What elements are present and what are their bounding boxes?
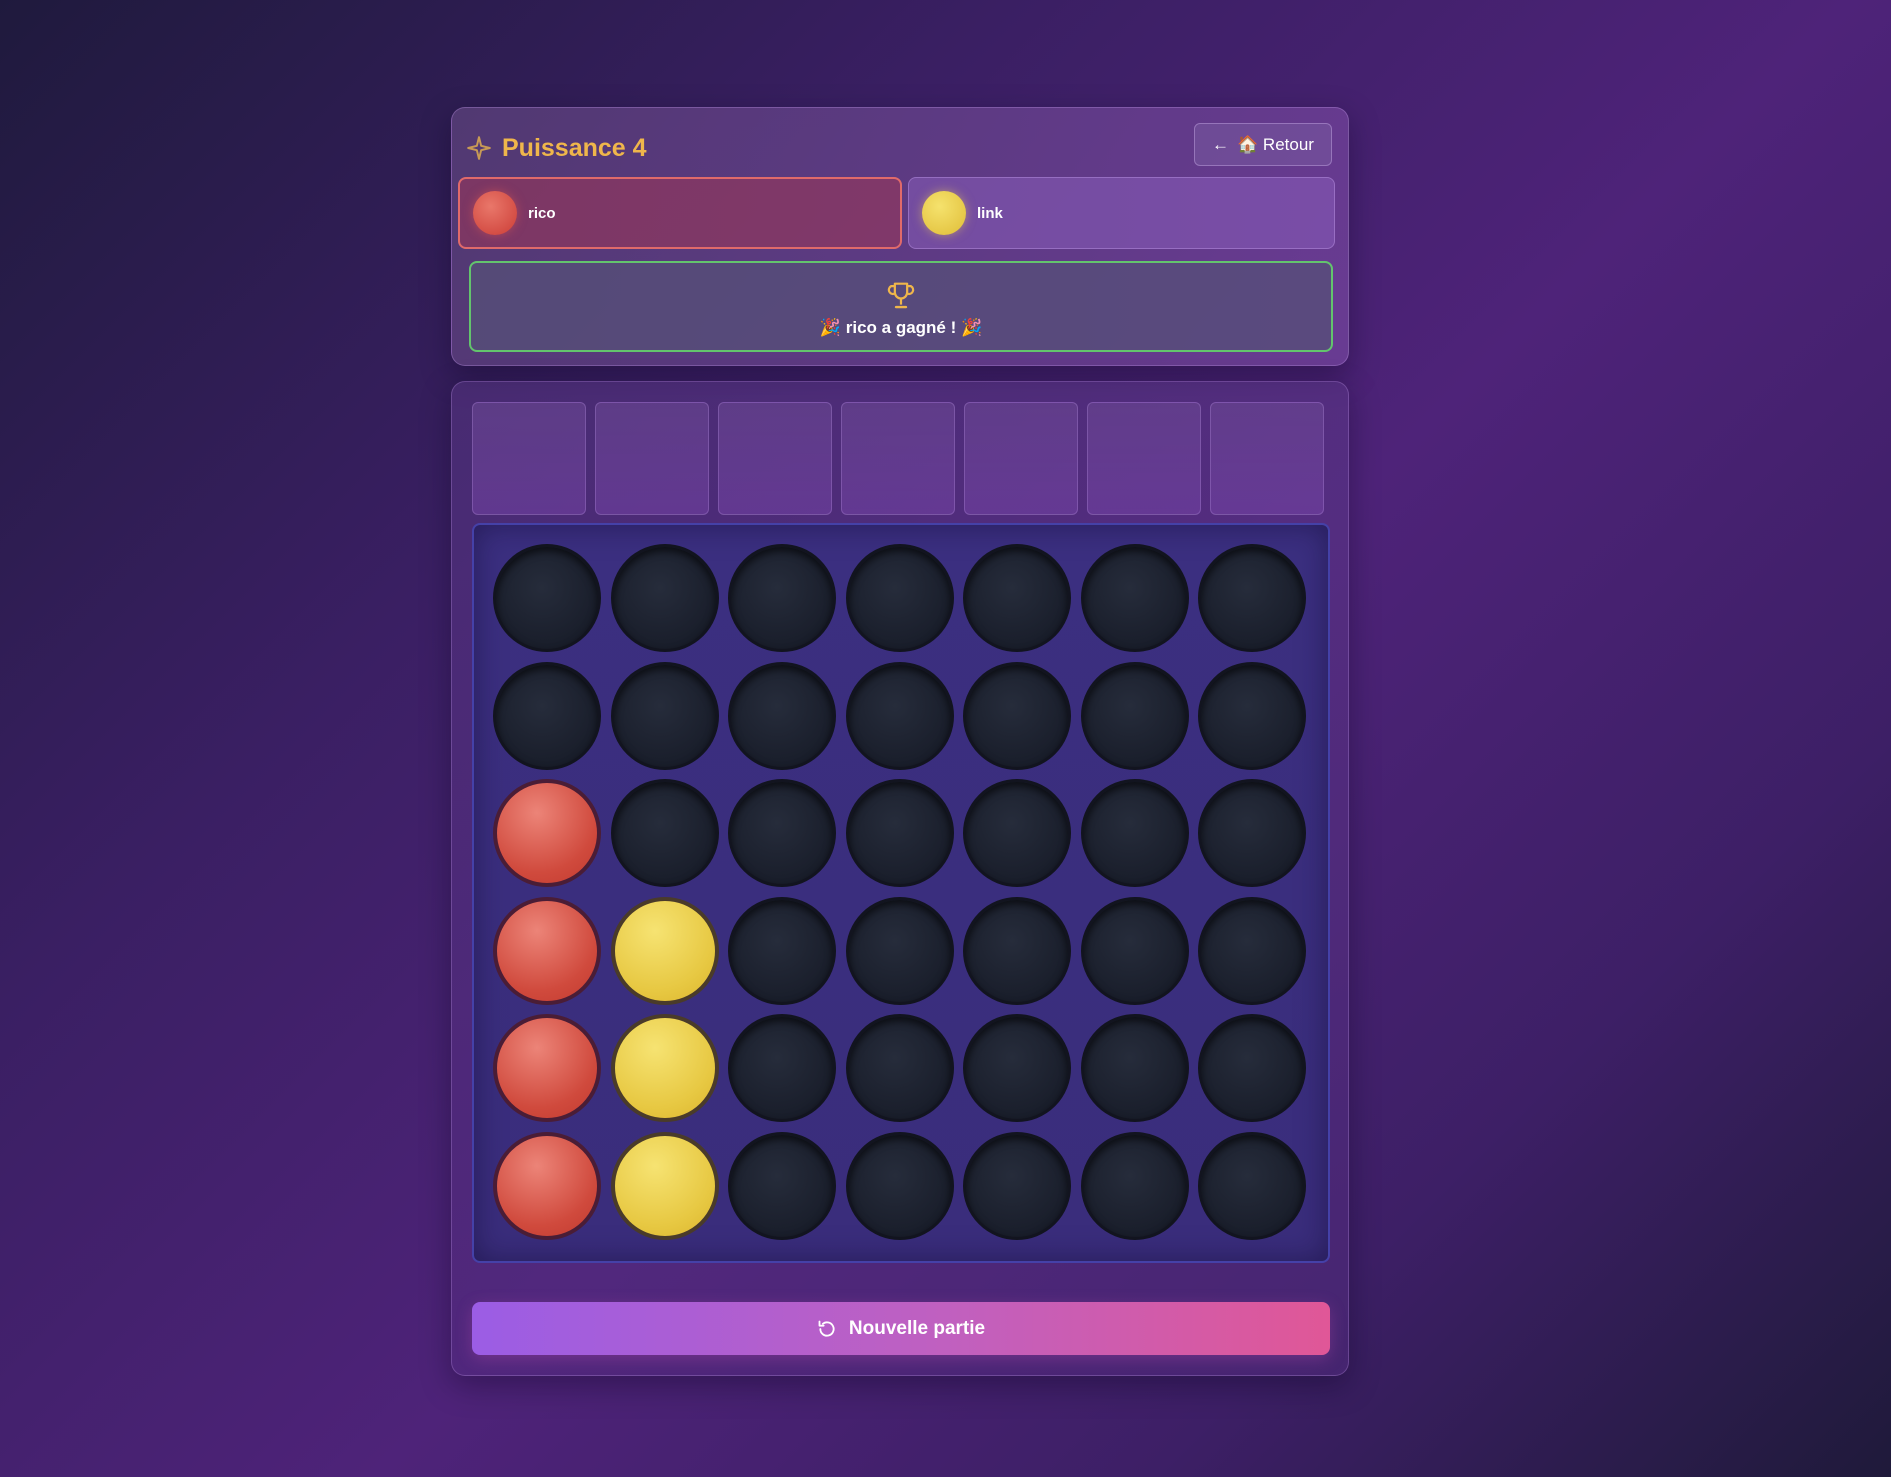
board-cell-empty[interactable]: [493, 544, 601, 652]
board-cell-empty[interactable]: [845, 1131, 954, 1240]
board-cell-empty[interactable]: [1080, 661, 1189, 770]
board-cell-yellow-disc[interactable]: [610, 1131, 719, 1240]
refresh-icon: [818, 1320, 835, 1337]
back-button[interactable]: ← 🏠 Retour: [1194, 123, 1332, 166]
red-disc-icon: [473, 191, 517, 235]
board-cell-yellow-disc[interactable]: [610, 1014, 719, 1122]
board-cell-empty[interactable]: [728, 779, 836, 887]
board-cell-empty[interactable]: [963, 896, 1071, 1005]
board-cell-empty[interactable]: [845, 779, 954, 887]
board-cell-empty[interactable]: [963, 1014, 1071, 1122]
board-cell-empty[interactable]: [1080, 1131, 1189, 1240]
column-drop-zone-6[interactable]: [1087, 402, 1201, 515]
player-card-2: link: [908, 177, 1335, 249]
board-cell-empty[interactable]: [728, 896, 836, 1005]
column-drop-zone-5[interactable]: [964, 402, 1078, 515]
column-drop-zone-1[interactable]: [472, 402, 586, 515]
board-cell-empty[interactable]: [963, 1131, 1071, 1240]
board-cell-empty[interactable]: [845, 896, 954, 1005]
yellow-disc-icon: [922, 191, 966, 235]
board-cell-red-disc[interactable]: [493, 1131, 601, 1240]
board-cell-empty[interactable]: [1080, 544, 1189, 652]
board-cell-empty[interactable]: [1198, 544, 1306, 652]
player-card-1: rico: [458, 177, 902, 249]
game-board-card: Nouvelle partie: [451, 381, 1349, 1376]
page-title: Puissance 4: [502, 133, 647, 162]
winner-banner: 🎉 rico a gagné ! 🎉: [469, 261, 1333, 352]
board-cell-empty[interactable]: [728, 544, 836, 652]
back-button-label: 🏠 Retour: [1237, 134, 1314, 154]
board-cell-yellow-disc[interactable]: [610, 896, 719, 1005]
board-cell-empty[interactable]: [1198, 779, 1306, 887]
board-cell-empty[interactable]: [728, 661, 836, 770]
board-cell-empty[interactable]: [845, 661, 954, 770]
column-drop-zone-7[interactable]: [1210, 402, 1324, 515]
trophy-icon: [887, 282, 915, 308]
winner-message: 🎉 rico a gagné ! 🎉: [819, 317, 983, 337]
board-cell-red-disc[interactable]: [493, 896, 601, 1005]
board-cell-empty[interactable]: [728, 1014, 836, 1122]
board-cell-empty[interactable]: [610, 661, 719, 770]
board-cell-empty[interactable]: [963, 544, 1071, 652]
game-header: Puissance 4 ← 🏠 Retour rico link 🎉 rico …: [451, 107, 1349, 366]
player-name: rico: [528, 204, 556, 222]
board-cell-empty[interactable]: [610, 544, 719, 652]
board-cell-empty[interactable]: [1080, 896, 1189, 1005]
player-name: link: [977, 204, 1003, 222]
column-drop-zone-3[interactable]: [718, 402, 832, 515]
new-game-label: Nouvelle partie: [848, 1317, 986, 1339]
game-grid: [472, 523, 1330, 1263]
board-cell-red-disc[interactable]: [493, 1014, 601, 1122]
board-cell-empty[interactable]: [845, 544, 954, 652]
board-cell-empty[interactable]: [1198, 896, 1306, 1005]
board-cell-empty[interactable]: [1198, 661, 1306, 770]
board-cell-empty[interactable]: [963, 661, 1071, 770]
board-cell-empty[interactable]: [1198, 1131, 1306, 1240]
arrow-left-icon: ←: [1212, 134, 1230, 154]
board-cell-empty[interactable]: [845, 1014, 954, 1122]
new-game-button[interactable]: Nouvelle partie: [472, 1302, 1330, 1355]
board-cell-empty[interactable]: [1080, 779, 1189, 887]
title-row: Puissance 4: [466, 128, 647, 168]
board-cell-empty[interactable]: [1080, 1014, 1189, 1122]
sparkle-icon: [467, 136, 491, 160]
column-drop-zone-4[interactable]: [841, 402, 955, 515]
board-cell-empty[interactable]: [728, 1131, 836, 1240]
board-cell-empty[interactable]: [610, 779, 719, 887]
board-cell-red-disc[interactable]: [493, 779, 601, 887]
board-cell-empty[interactable]: [1198, 1014, 1306, 1122]
board-cell-empty[interactable]: [963, 779, 1071, 887]
column-drop-zone-2[interactable]: [595, 402, 709, 515]
board-cell-empty[interactable]: [493, 661, 601, 770]
